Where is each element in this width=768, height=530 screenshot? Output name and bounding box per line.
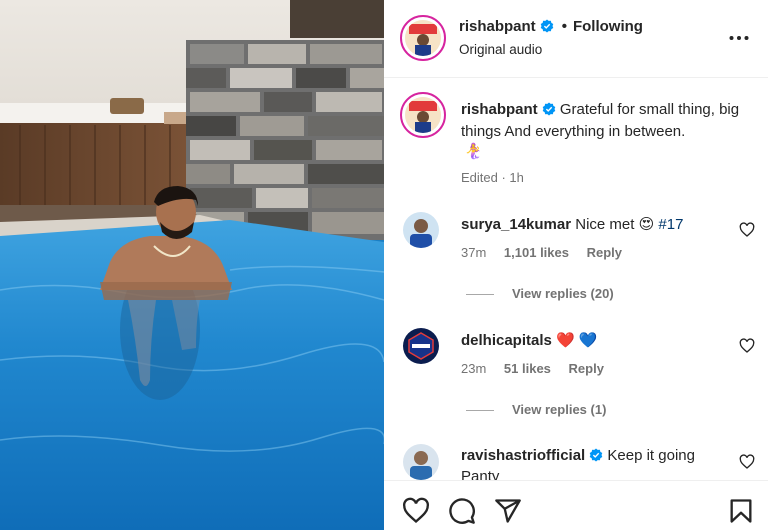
comment-text-line: ravishastriofficial Keep it going <box>461 447 695 464</box>
bookmark-icon[interactable] <box>727 497 755 525</box>
caption-emoji: 🧜‍♀️ <box>464 143 483 160</box>
view-replies-label: View replies (20) <box>512 286 614 301</box>
comment-time: 23m <box>461 361 487 376</box>
comment-hashtag[interactable]: #17 <box>658 216 683 233</box>
comment-time: 37m <box>461 245 487 260</box>
commenter-avatar[interactable] <box>403 212 439 248</box>
comment-text: Nice met <box>575 216 635 233</box>
heart-icon[interactable] <box>739 222 755 238</box>
reply-button[interactable]: Reply <box>587 245 622 260</box>
reply-button[interactable]: Reply <box>569 361 604 376</box>
heart-icon[interactable] <box>739 338 755 354</box>
commenter-username[interactable]: ravishastriofficial <box>461 447 585 464</box>
comment-emoji: 😍 <box>638 216 655 233</box>
view-replies-button[interactable]: View replies (20) <box>466 286 614 301</box>
share-icon[interactable] <box>494 497 522 525</box>
caption-username[interactable]: rishabpant <box>461 101 538 118</box>
comments-scroll-area[interactable]: rishabpant Grateful for small thing, big… <box>384 79 768 480</box>
verified-badge-icon <box>540 19 553 33</box>
comment-text-continuation: Panty <box>461 468 500 480</box>
header-title-line: rishabpant • Following <box>459 18 643 35</box>
action-bar <box>384 480 768 530</box>
caption-timestamp: Edited · 1h <box>461 170 524 185</box>
comment-icon[interactable] <box>448 497 476 525</box>
comment-likes[interactable]: 1,101 likes <box>504 245 569 260</box>
author-username[interactable]: rishabpant <box>459 18 536 35</box>
caption-avatar-image <box>405 97 441 133</box>
view-replies-button[interactable]: View replies (1) <box>466 402 606 417</box>
caption-text-line: rishabpant Grateful for small thing, big… <box>461 99 751 143</box>
commenter-avatar-image <box>403 212 439 248</box>
commenter-avatar-image <box>403 444 439 480</box>
heart-icon[interactable] <box>402 497 430 525</box>
comment-text-line: delhicapitals ❤️ 💙 <box>461 331 598 349</box>
commenter-avatar[interactable] <box>403 444 439 480</box>
heart-icon[interactable] <box>739 454 755 470</box>
caption-author-avatar[interactable] <box>400 92 446 138</box>
delhicapitals-logo-icon <box>403 328 439 364</box>
verified-badge-icon <box>542 102 555 116</box>
comment-meta: 23m 51 likes Reply <box>461 361 618 376</box>
commenter-username[interactable]: delhicapitals <box>461 332 552 349</box>
author-avatar[interactable] <box>400 15 446 61</box>
comment-text: Keep it going <box>607 447 695 464</box>
comment-text-line: surya_14kumar Nice met 😍 #17 <box>461 215 683 233</box>
author-avatar-image <box>405 20 441 56</box>
post-header: rishabpant • Following Original audio <box>384 0 768 78</box>
post-side-panel: rishabpant • Following Original audio ri… <box>384 0 768 530</box>
following-button[interactable]: Following <box>573 18 643 35</box>
verified-badge-icon <box>589 448 603 462</box>
header-separator: • <box>561 18 567 35</box>
commenter-username[interactable]: surya_14kumar <box>461 216 571 233</box>
post-media[interactable] <box>0 0 384 530</box>
audio-link[interactable]: Original audio <box>459 42 542 57</box>
comment-emoji: ❤️ 💙 <box>556 332 598 349</box>
more-options-icon[interactable] <box>728 28 750 48</box>
comment-meta: 37m 1,101 likes Reply <box>461 245 636 260</box>
replies-divider <box>466 410 494 412</box>
commenter-avatar[interactable] <box>403 328 439 364</box>
pool-scene-image <box>0 0 384 530</box>
replies-divider <box>466 294 494 296</box>
comment-likes[interactable]: 51 likes <box>504 361 551 376</box>
view-replies-label: View replies (1) <box>512 402 607 417</box>
